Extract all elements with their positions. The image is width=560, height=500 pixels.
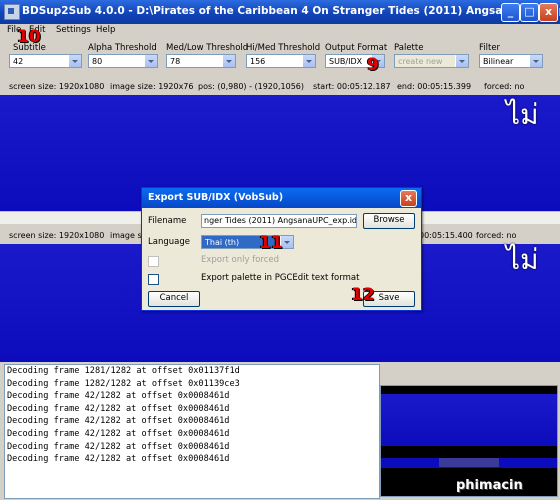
export-palette-checkbox[interactable] [148,274,159,285]
title-bar: BDSup2Sub 4.0.0 - D:\Pirates of the Cari… [0,0,560,24]
dialog-title-bar: Export SUB/IDX (VobSub) x [142,188,421,208]
start-time-text: start: 00:05:12.187 [313,82,391,91]
annotation-9: 9 [367,55,379,75]
log-line: Decoding frame 42/1282 at offset 0x00084… [7,391,230,402]
source-status-bar: screen size: 1920x1080 image size: 1920x… [0,80,560,94]
filename-input[interactable]: nger Tides (2011) AngsanaUPC_exp.idx [201,214,357,228]
image-size-text: image s [110,231,142,240]
palette-label: Palette [394,43,424,53]
subtitle-value: 42 [13,57,24,66]
browse-button[interactable]: Browse [363,213,415,229]
filter-value: Bilinear [483,57,514,66]
dialog-close-button[interactable]: x [400,190,417,207]
dialog-title: Export SUB/IDX (VobSub) [148,192,284,203]
annotation-12: 12 [351,285,375,305]
log-line: Decoding frame 42/1282 at offset 0x00084… [7,416,230,427]
medlow-threshold-label: Med/Low Threshold [166,43,249,53]
forced-text: forced: no [484,82,525,91]
medlow-threshold-select[interactable]: 78 [166,54,236,68]
menu-bar: File Edit Settings Help [0,24,560,38]
alpha-threshold-value: 80 [92,57,103,66]
export-forced-label: Export only forced [201,255,280,265]
menu-settings[interactable]: Settings [56,25,91,35]
himed-threshold-label: Hi/Med Threshold [246,43,321,53]
annotation-11: 11 [259,233,283,253]
himed-threshold-value: 156 [250,57,266,66]
log-line: Decoding frame 1281/1282 at offset 0x011… [7,366,240,376]
chevron-down-icon [222,55,235,67]
alpha-threshold-label: Alpha Threshold [88,43,157,53]
output-format-label: Output Format [325,43,388,53]
thumbnail-frame [381,394,557,446]
screen-size-text: screen size: 1920x1080 [9,82,105,91]
palette-value: create new [398,57,443,66]
chevron-down-icon [302,55,315,67]
cancel-button[interactable]: Cancel [148,291,200,307]
palette-select[interactable]: create new [394,54,469,68]
menu-help[interactable]: Help [96,25,115,35]
source-subtitle-image: ไม่ [506,98,539,131]
image-size-text: image size: 1920x76 [110,82,194,91]
language-value: Thai (th) [205,238,240,247]
language-label: Language [148,237,190,247]
minimize-button[interactable]: _ [501,3,520,22]
chevron-down-icon [68,55,81,67]
export-palette-label: Export palette in PGCEdit text format [201,273,360,283]
filter-label: Filter [479,43,501,53]
chevron-down-icon [455,55,468,67]
log-line: Decoding frame 42/1282 at offset 0x00084… [7,454,230,465]
log-line: Decoding frame 1282/1282 at offset 0x011… [7,378,240,389]
annotation-10: 10 [17,27,41,47]
app-icon [4,4,20,20]
target-subtitle-image: ไม่ [506,243,539,276]
chevron-down-icon [529,55,542,67]
watermark: phimacin [456,478,523,493]
log-output[interactable]: Decoding frame 1281/1282 at offset 0x011… [4,364,380,499]
position-text: pos: (0,980) - (1920,1056) [198,82,304,91]
chevron-down-icon [144,55,157,67]
output-format-value: SUB/IDX [329,57,363,66]
log-line: Decoding frame 42/1282 at offset 0x00084… [7,428,230,439]
alpha-threshold-select[interactable]: 80 [88,54,158,68]
filter-select[interactable]: Bilinear [479,54,543,68]
thumbnail-subtitle-text [439,458,499,467]
subtitle-select[interactable]: 42 [9,54,82,68]
close-button[interactable]: x [539,3,558,22]
filename-label: Filename [148,216,187,226]
medlow-threshold-value: 78 [170,57,181,66]
end-time-text: end: 00:05:15.399 [397,82,472,91]
window-title: BDSup2Sub 4.0.0 - D:\Pirates of the Cari… [22,5,560,17]
log-line: Decoding frame 42/1282 at offset 0x00084… [7,403,230,414]
screen-size-text: screen size: 1920x1080 [9,231,105,240]
log-line: Decoding frame 42/1282 at offset 0x00084… [7,441,230,452]
himed-threshold-select[interactable]: 156 [246,54,316,68]
export-forced-checkbox[interactable] [148,256,159,267]
maximize-button[interactable]: □ [520,3,539,22]
end-time-text: 00:05:15.400 [419,231,473,240]
